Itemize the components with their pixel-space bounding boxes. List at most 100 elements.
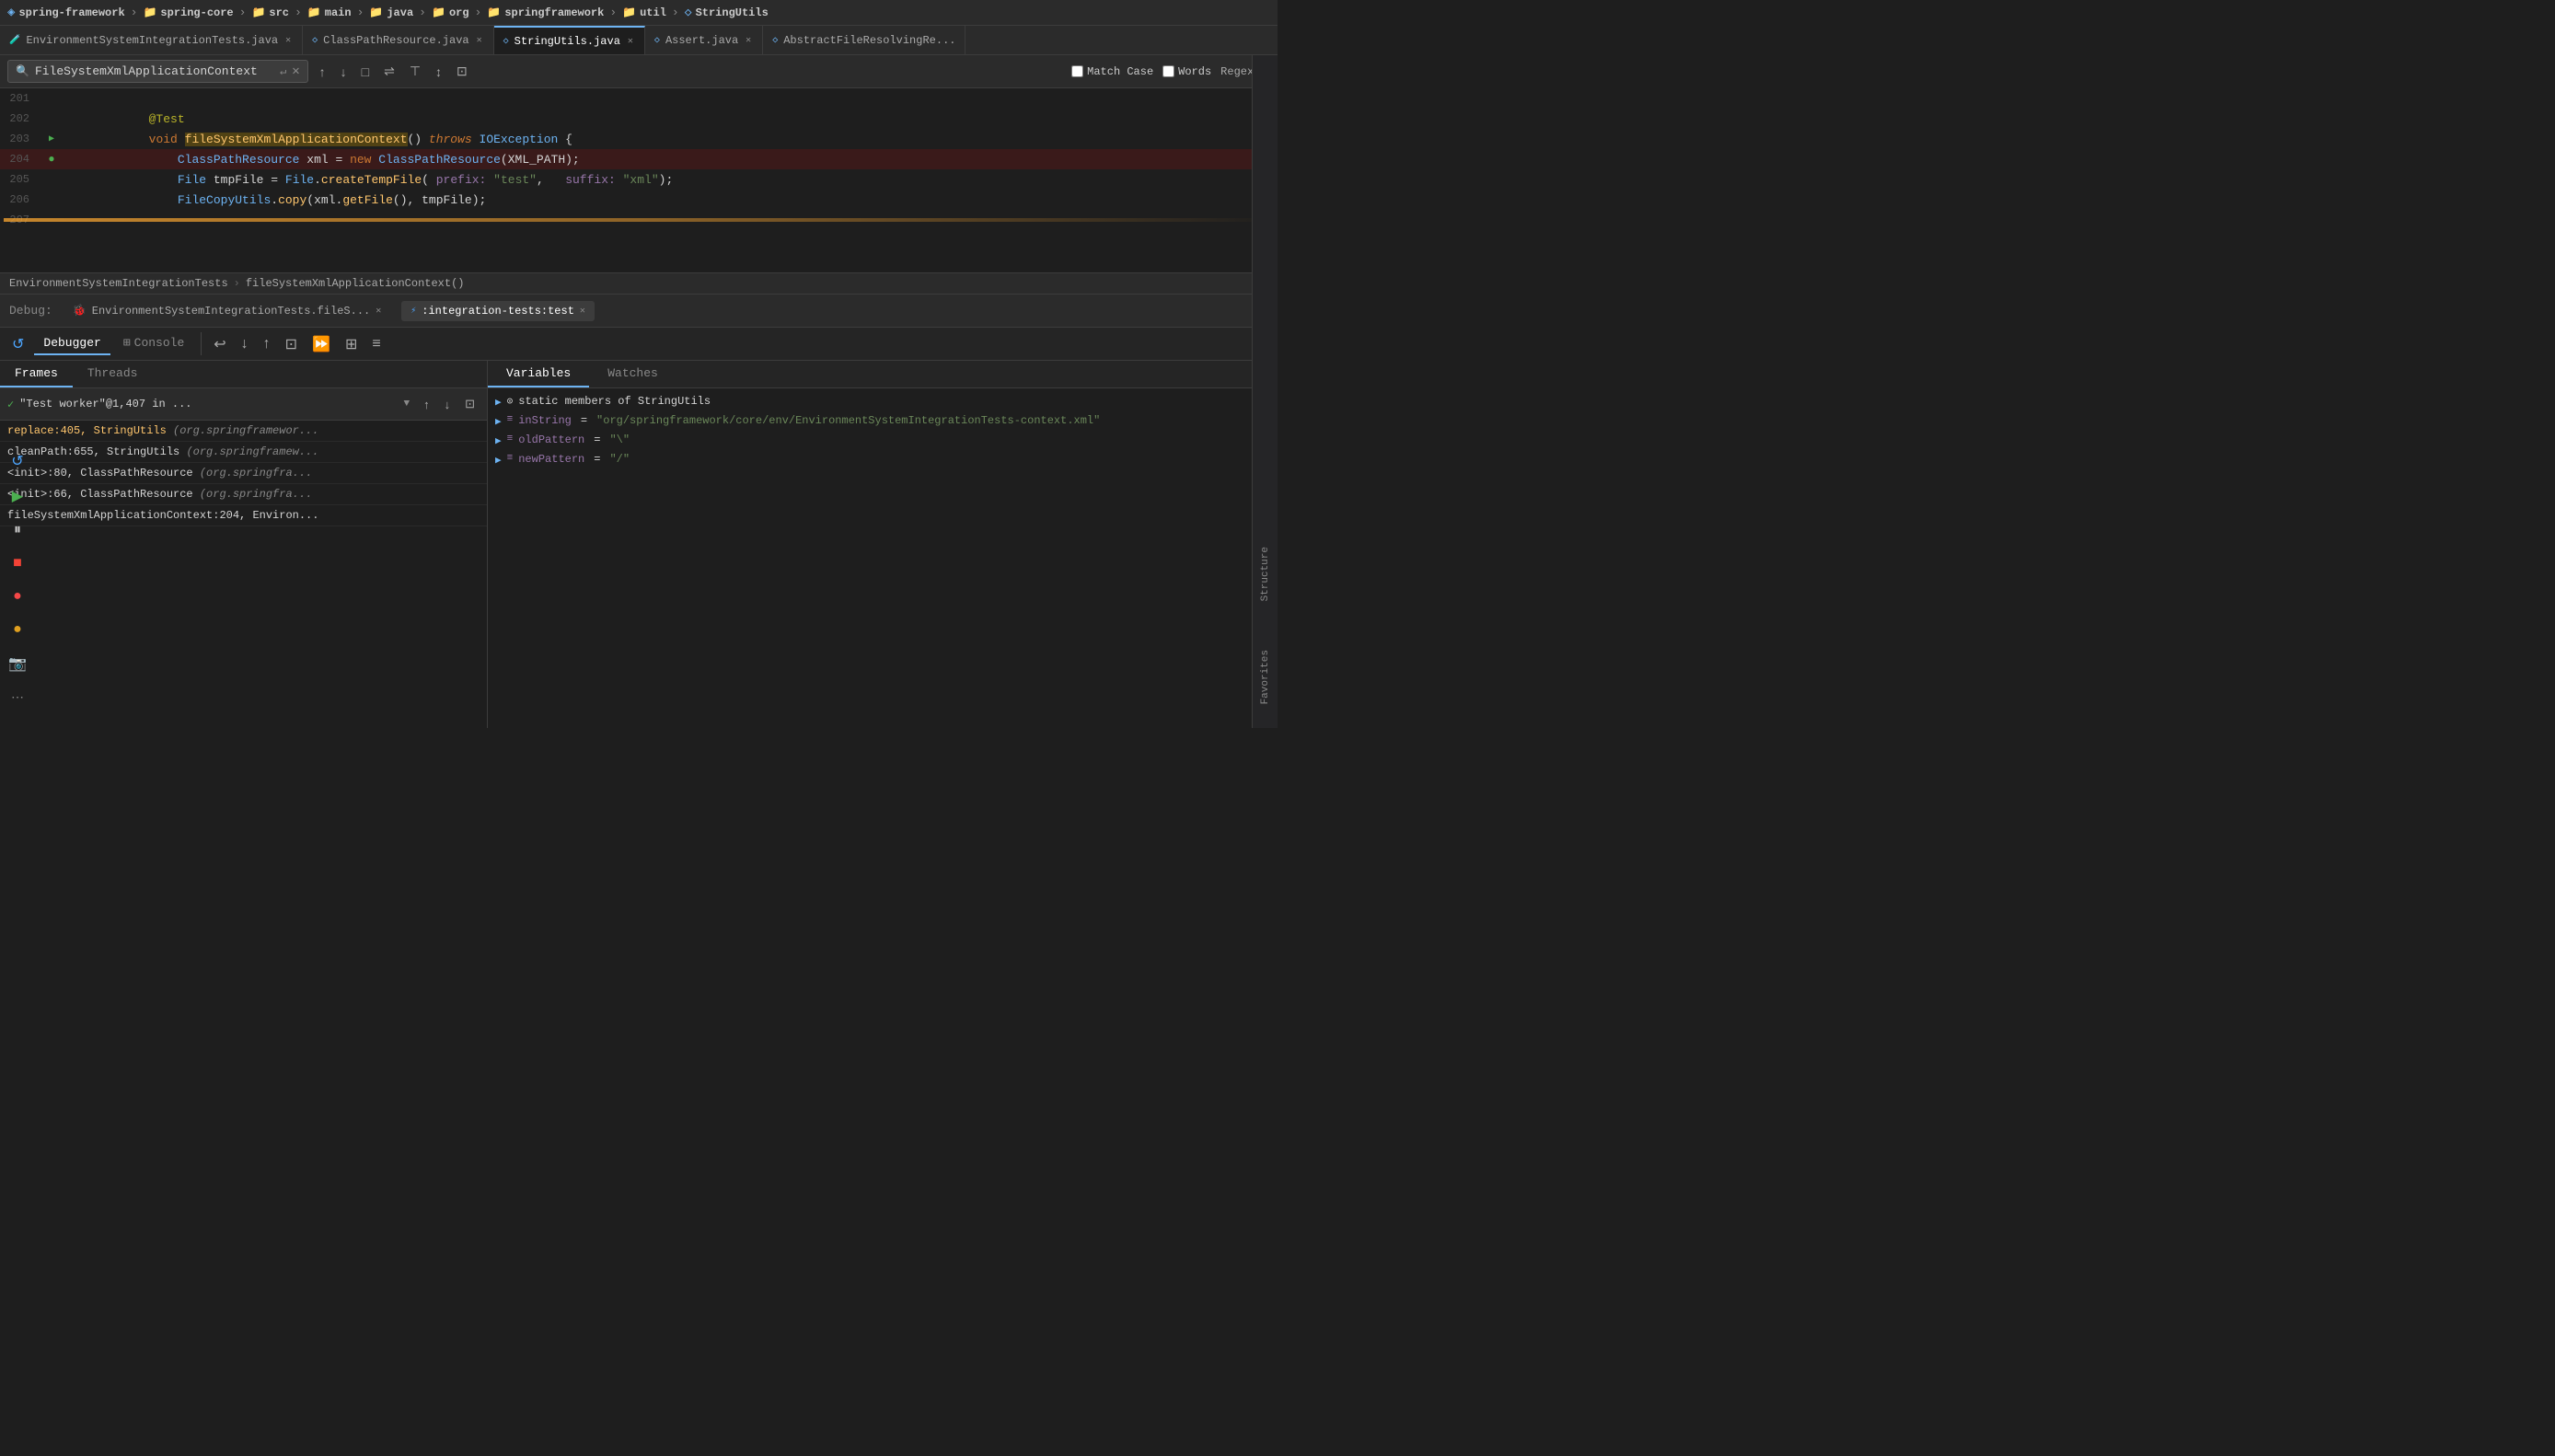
folder-icon-2: 📁 bbox=[251, 6, 265, 19]
folder-icon-1: 📁 bbox=[143, 6, 156, 19]
search-toolbar: ↑ ↓ □ ⇌ ⊤ ↕ ⊡ bbox=[316, 62, 471, 81]
frames-panel-tabs: Frames Threads bbox=[0, 361, 487, 388]
debug-restart-button[interactable]: ↺ bbox=[7, 332, 29, 356]
search-option2-button[interactable]: ⊤ bbox=[406, 62, 424, 81]
debugger-tab[interactable]: Debugger bbox=[34, 332, 110, 355]
search-option1-button[interactable]: ⇌ bbox=[380, 62, 399, 81]
stack-frames-list: replace:405, StringUtils (org.springfram… bbox=[0, 421, 487, 526]
breadcrumb-org[interactable]: org bbox=[449, 6, 469, 19]
stack-frame-2[interactable]: <init>:80, ClassPathResource (org.spring… bbox=[0, 463, 487, 484]
debug-step-into-button[interactable]: ↓ bbox=[237, 333, 253, 355]
debug-step-over-button[interactable]: ↩ bbox=[209, 332, 230, 356]
static-expand-icon[interactable]: ▶ bbox=[495, 396, 502, 409]
thread-nav-down[interactable]: ↓ bbox=[440, 395, 456, 414]
var-item-newpattern[interactable]: ▶ ≡ newPattern = "/" bbox=[488, 450, 1278, 469]
watches-tab[interactable]: Watches bbox=[589, 361, 676, 387]
frames-panel: Frames Threads ✓ "Test worker"@1,407 in … bbox=[0, 361, 488, 728]
breadcrumb-project[interactable]: spring-framework bbox=[18, 6, 124, 19]
thread-nav-up[interactable]: ↑ bbox=[419, 395, 434, 414]
thread-dropdown-icon[interactable]: ▼ bbox=[403, 399, 410, 410]
execution-arrow bbox=[4, 218, 1278, 222]
tab-classpath-icon: ◇ bbox=[312, 35, 318, 46]
breadcrumb-springframework[interactable]: springframework bbox=[504, 6, 604, 19]
folder-icon-3: 📁 bbox=[307, 6, 321, 19]
breadcrumb-stringutils[interactable]: StringUtils bbox=[696, 6, 769, 19]
words-option[interactable]: Words bbox=[1162, 65, 1211, 78]
search-next-button[interactable]: ↓ bbox=[337, 63, 351, 81]
breadcrumb-main[interactable]: main bbox=[325, 6, 352, 19]
breadcrumb-util[interactable]: util bbox=[640, 6, 666, 19]
newpattern-icon: ≡ bbox=[507, 453, 514, 464]
console-tab[interactable]: ⊞ Console bbox=[114, 332, 193, 355]
frames-tab[interactable]: Frames bbox=[0, 361, 73, 387]
tab-assert[interactable]: ◇ Assert.java ✕ bbox=[645, 26, 763, 54]
variables-tab[interactable]: Variables bbox=[488, 361, 589, 387]
debug-toolbar: ↺ Debugger ⊞ Console ↩ ↓ ↑ ⊡ ⏩ ⊞ ≡ bbox=[0, 328, 1278, 361]
search-bar: 🔍 ↵ ✕ ↑ ↓ □ ⇌ ⊤ ↕ ⊡ Match Case Words Reg… bbox=[0, 55, 1278, 88]
threads-tab[interactable]: Threads bbox=[73, 361, 153, 387]
debug-run-to-cursor-button[interactable]: ⊡ bbox=[281, 332, 302, 356]
run-icon-203[interactable]: ▶ bbox=[49, 133, 54, 144]
tab-stringutils[interactable]: ◇ StringUtils.java ✕ bbox=[494, 26, 645, 54]
side-camera-button[interactable]: 📷 bbox=[4, 652, 31, 676]
newpattern-expand-icon[interactable]: ▶ bbox=[495, 454, 502, 467]
debug-session-env[interactable]: 🐞 EnvironmentSystemIntegrationTests.file… bbox=[64, 300, 390, 321]
var-item-oldpattern[interactable]: ▶ ≡ oldPattern = "\" bbox=[488, 431, 1278, 450]
search-input-wrapper[interactable]: 🔍 ↵ ✕ bbox=[7, 60, 308, 83]
stack-frame-3[interactable]: <init>:66, ClassPathResource (org.spring… bbox=[0, 484, 487, 505]
tab-abstract[interactable]: ◇ AbstractFileResolvingRe... bbox=[763, 26, 965, 54]
stack-frame-4[interactable]: fileSystemXmlApplicationContext:204, Env… bbox=[0, 505, 487, 526]
oldpattern-expand-icon[interactable]: ▶ bbox=[495, 434, 502, 447]
search-input[interactable] bbox=[35, 64, 274, 78]
var-item-instring[interactable]: ▶ ≡ inString = "org/springframework/core… bbox=[488, 411, 1278, 431]
debug-session-env-close[interactable]: ✕ bbox=[376, 306, 381, 317]
debug-session-integration-close[interactable]: ✕ bbox=[580, 306, 585, 317]
tab-assert-close[interactable]: ✕ bbox=[744, 34, 753, 47]
debug-step-out-button[interactable]: ↑ bbox=[259, 333, 275, 355]
tab-stringutils-close[interactable]: ✕ bbox=[626, 35, 635, 48]
debug-label: Debug: bbox=[9, 304, 52, 318]
instring-expand-icon[interactable]: ▶ bbox=[495, 415, 502, 428]
search-options: Match Case Words Regex ? bbox=[1071, 64, 1270, 78]
tab-env-tests-close[interactable]: ✕ bbox=[283, 34, 293, 47]
search-option3-button[interactable]: ↕ bbox=[432, 63, 445, 81]
stack-frame-1[interactable]: cleanPath:655, StringUtils (org.springfr… bbox=[0, 442, 487, 463]
side-run-button[interactable]: ▶ bbox=[7, 484, 28, 508]
tab-classpath[interactable]: ◇ ClassPathResource.java ✕ bbox=[303, 26, 494, 54]
debug-evaluate-button[interactable]: ⊞ bbox=[341, 332, 362, 356]
match-case-checkbox[interactable] bbox=[1071, 65, 1083, 77]
structure-label[interactable]: Structure bbox=[1257, 541, 1274, 607]
thread-filter-button[interactable]: ⊡ bbox=[460, 394, 480, 414]
breadcrumb-java[interactable]: java bbox=[387, 6, 413, 19]
side-stop-button[interactable]: ■ bbox=[8, 552, 27, 574]
debug-resume-button[interactable]: ⏩ bbox=[307, 332, 335, 356]
tab-env-tests[interactable]: 🧪 EnvironmentSystemIntegrationTests.java… bbox=[0, 26, 303, 54]
favorites-label[interactable]: Favorites bbox=[1257, 644, 1274, 710]
var-item-static[interactable]: ▶ ⊙ static members of StringUtils bbox=[488, 392, 1278, 411]
match-case-option[interactable]: Match Case bbox=[1071, 65, 1153, 78]
project-icon: ◈ bbox=[7, 5, 15, 20]
side-restart-button[interactable]: ↺ bbox=[6, 449, 28, 473]
breadcrumb-src[interactable]: src bbox=[269, 6, 289, 19]
editor-area: 201 202 @Test 203 ▶ void fileSystemXmlAp… bbox=[0, 88, 1278, 272]
debug-settings-button[interactable]: ≡ bbox=[367, 333, 385, 355]
debug-session-integration[interactable]: ⚡ :integration-tests:test ✕ bbox=[401, 301, 595, 321]
folder-icon-5: 📁 bbox=[432, 6, 445, 19]
words-checkbox[interactable] bbox=[1162, 65, 1174, 77]
breadcrumb-spring-core[interactable]: spring-core bbox=[160, 6, 233, 19]
tab-classpath-close[interactable]: ✕ bbox=[475, 34, 484, 47]
enter-icon: ↵ bbox=[280, 64, 286, 78]
clear-search-button[interactable]: ✕ bbox=[292, 64, 299, 79]
side-circle-button[interactable]: ● bbox=[8, 585, 27, 607]
search-expand-button[interactable]: □ bbox=[358, 63, 373, 81]
debug-view-tabs: Debugger ⊞ Console bbox=[34, 332, 202, 355]
side-pause-button[interactable]: ⏸ bbox=[9, 519, 26, 541]
tab-stringutils-icon: ◇ bbox=[503, 36, 509, 47]
search-filter-button[interactable]: ⊡ bbox=[453, 62, 471, 81]
breakpoint-icon-204[interactable]: ● bbox=[48, 153, 54, 166]
tab-env-tests-icon: 🧪 bbox=[9, 35, 20, 46]
side-more-button[interactable]: ⋯ bbox=[6, 687, 29, 708]
stack-frame-0[interactable]: replace:405, StringUtils (org.springfram… bbox=[0, 421, 487, 442]
side-circle-orange-button[interactable]: ● bbox=[8, 618, 27, 641]
search-prev-button[interactable]: ↑ bbox=[316, 63, 329, 81]
